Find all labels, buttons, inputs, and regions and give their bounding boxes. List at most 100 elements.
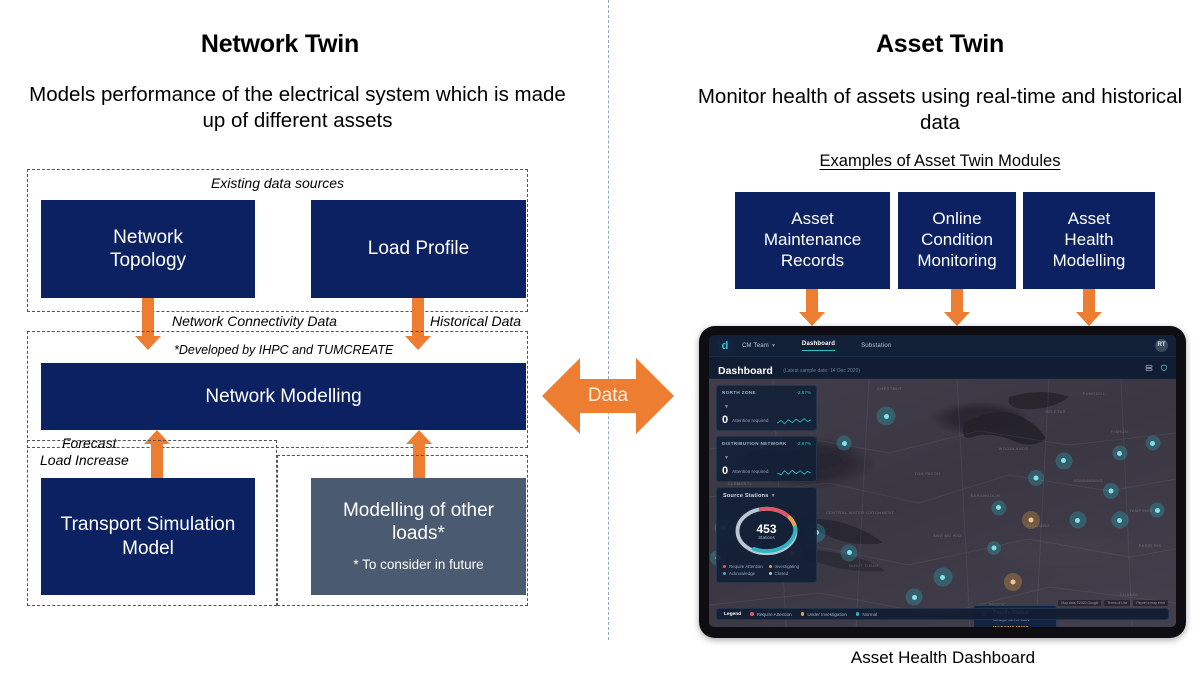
box-network-topology[interactable]: Network Topology <box>41 200 255 298</box>
box-network-topology-line1: Network <box>113 226 183 248</box>
legend-bar-item[interactable]: Normal <box>855 612 877 617</box>
legend-bar-item[interactable]: Require Attention <box>750 612 792 617</box>
kpi-panel: NORTH ZONE ▼ -2.67% 0 Attention required… <box>716 385 817 583</box>
kpi-card-distribution-network[interactable]: DISTRIBUTION NETWORK ▼ -2.67% 0 Attentio… <box>716 436 817 482</box>
legend-swatch <box>855 612 860 616</box>
map-label: CENTRAL WATER CATCHMENT <box>825 510 895 516</box>
app-logo-icon: d <box>718 338 732 353</box>
chevron-down-icon[interactable]: ▼ <box>724 455 729 461</box>
legend-bar-label: Under Investigation <box>807 611 847 617</box>
map-station-marker[interactable] <box>1102 482 1119 499</box>
asset-twin-title: Asset Twin <box>875 30 1005 58</box>
dashboard-topbar: d CM Team ▼ Dashboard Substation RT <box>709 335 1176 357</box>
slide-root: Network Twin Models performance of the e… <box>0 0 1200 675</box>
legend-label: Acknowledge <box>729 571 756 576</box>
map-station-marker[interactable] <box>836 435 852 451</box>
map-station-marker-alert[interactable] <box>1022 511 1041 530</box>
legend-bar-title: Legend <box>724 611 742 617</box>
legend-swatch <box>723 572 726 575</box>
map-station-marker[interactable] <box>905 588 923 606</box>
map-station-marker[interactable] <box>840 544 858 562</box>
legend-item[interactable]: Investigating <box>768 564 811 569</box>
chevron-down-icon[interactable]: ▼ <box>771 493 776 499</box>
map-attribution: Map data ©2020 Google Terms of Use Repor… <box>1058 600 1168 606</box>
chevron-down-icon[interactable]: ▼ <box>724 404 729 410</box>
box-load-profile-label: Load Profile <box>367 238 470 260</box>
box-load-profile[interactable]: Load Profile <box>311 200 526 298</box>
asset-health-dashboard[interactable]: d CM Team ▼ Dashboard Substation RT Dash… <box>709 335 1176 627</box>
legend-swatch <box>723 565 726 568</box>
avatar[interactable]: RT <box>1155 339 1168 352</box>
map-station-marker[interactable] <box>876 406 896 426</box>
map-station-marker[interactable] <box>1149 502 1165 518</box>
box-other-loads-line2: loads* <box>392 523 445 545</box>
map-canvas[interactable]: CHESTNUT SELETAR YISHUN WOODLANDS SEMBAW… <box>709 379 1176 627</box>
nav-tab-substation[interactable]: Substation <box>861 343 891 349</box>
status-badge: INVESTIGATING <box>993 625 1030 627</box>
box-other-loads-line1: Modelling of other <box>342 500 495 522</box>
box-network-modelling-label: Network Modelling <box>205 385 362 407</box>
module-0-line-0: Asset <box>791 209 834 229</box>
map-station-marker[interactable] <box>1027 470 1044 487</box>
kpi-value: 0 <box>722 414 729 426</box>
map-station-marker[interactable] <box>933 567 952 587</box>
legend-label: Investigating <box>774 564 800 569</box>
map-station-marker[interactable] <box>991 500 1007 516</box>
map-label: PASIR RIS <box>1138 542 1162 548</box>
page-title: Dashboard <box>718 365 773 377</box>
module-online-condition-monitoring[interactable]: Online Condition Monitoring <box>898 192 1016 289</box>
box-transport-simulation[interactable]: Transport Simulation Model <box>41 478 255 595</box>
legend-bar-item[interactable]: Under Investigation <box>800 611 847 617</box>
module-0-line-2: Records <box>780 250 845 270</box>
stations-total: 453 <box>756 522 777 536</box>
map-label: BUKIT TIMAH <box>849 562 879 568</box>
map-label: SERANGOON <box>970 493 1001 499</box>
map-station-marker-alert[interactable] <box>1003 573 1022 592</box>
legend-swatch <box>800 612 805 616</box>
shield-icon[interactable] <box>1160 364 1168 372</box>
legend-item[interactable]: Acknowledge <box>723 571 765 576</box>
arrow-module-1-to-dashboard <box>944 289 970 326</box>
map-station-marker[interactable] <box>986 540 1001 555</box>
module-0-line-1: Maintenance <box>763 230 862 250</box>
arrow-module-0-to-dashboard <box>799 289 825 326</box>
nav-tab-dashboard[interactable]: Dashboard <box>801 341 836 351</box>
map-legend-bar: Legend Require Attention Under Investiga… <box>716 608 1169 620</box>
legend-item[interactable]: Require Attention <box>723 564 765 569</box>
legend-swatch <box>750 612 754 616</box>
dashboard-title-row: Dashboard (Latest sample date: 14 Dec 20… <box>709 357 1176 379</box>
legend-label: Closed <box>774 571 789 576</box>
kpi-card-north-zone[interactable]: NORTH ZONE ▼ -2.67% 0 Attention required <box>716 385 817 431</box>
existing-data-sources-label: Existing data sources <box>210 175 345 191</box>
map-station-marker[interactable] <box>1112 445 1128 461</box>
box-network-modelling[interactable]: Network Modelling <box>41 363 526 430</box>
layers-icon[interactable] <box>1145 364 1153 372</box>
source-stations-card[interactable]: Source Stations ▼ 453 Stations Require A… <box>716 487 817 583</box>
map-label: YISHUN <box>1110 428 1129 434</box>
data-exchange-arrow: Data <box>542 348 674 444</box>
module-1-line-1: Condition <box>921 230 993 250</box>
legend-item[interactable]: Closed <box>768 571 811 576</box>
arrow-module-2-to-dashboard <box>1076 289 1102 326</box>
map-label: SEMBAWANG <box>1073 478 1104 484</box>
map-attribution-item[interactable]: Report a map error <box>1133 600 1168 606</box>
map-station-marker[interactable] <box>1111 511 1129 529</box>
kpi-sublabel: Attention required <box>732 469 769 474</box>
map-station-marker[interactable] <box>1069 511 1087 529</box>
team-selector[interactable]: CM Team ▼ <box>742 343 776 349</box>
map-station-marker[interactable] <box>1145 435 1161 451</box>
kpi-delta: -2.67% <box>796 390 811 395</box>
box-other-loads-note: * To consider in future <box>353 557 484 573</box>
network-twin-title: Network Twin <box>200 30 360 58</box>
module-1-line-0: Online <box>932 209 982 229</box>
asset-twin-modules-heading: Examples of Asset Twin Modules <box>819 152 1061 170</box>
module-asset-maintenance-records[interactable]: Asset Maintenance Records <box>735 192 890 289</box>
map-station-marker[interactable] <box>1055 452 1073 470</box>
module-asset-health-modelling[interactable]: Asset Health Modelling <box>1023 192 1155 289</box>
map-attribution-item[interactable]: Terms of Use <box>1104 600 1131 606</box>
kpi-delta: -2.67% <box>796 441 811 446</box>
stations-total-label: Stations <box>758 535 775 540</box>
box-modelling-other-loads[interactable]: Modelling of other loads* * To consider … <box>311 478 526 595</box>
dashboard-caption: Asset Health Dashboard <box>850 648 1036 667</box>
map-label: CHANGI <box>1119 592 1138 598</box>
